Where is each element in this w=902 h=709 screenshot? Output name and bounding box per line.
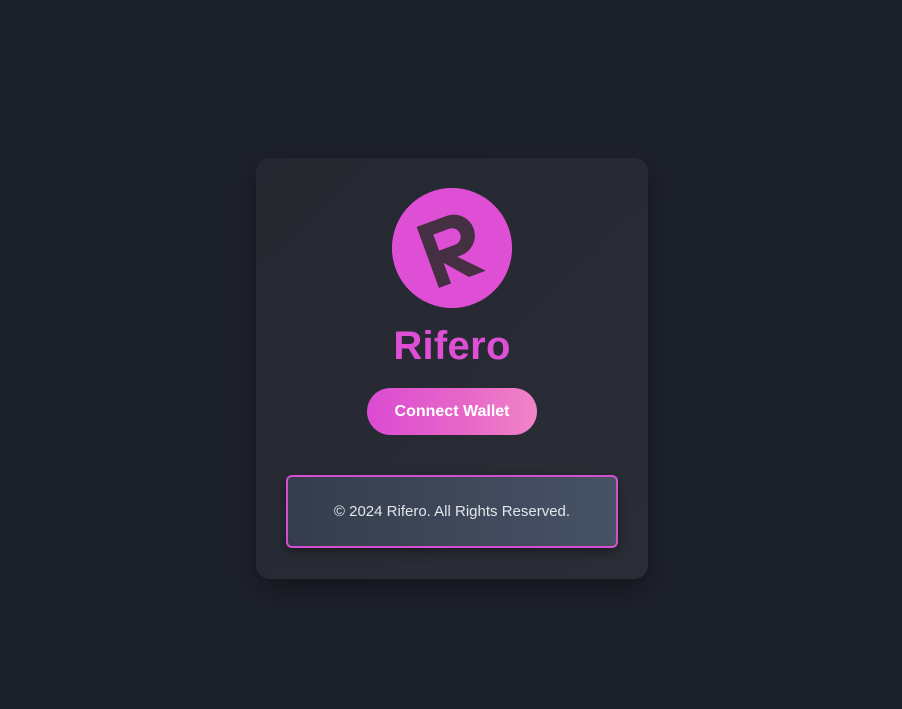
login-card: Rifero Connect Wallet © 2024 Rifero. All… (256, 158, 648, 579)
brand-title: Rifero (393, 324, 511, 368)
rifero-logo-icon (392, 188, 512, 308)
connect-wallet-button[interactable]: Connect Wallet (367, 388, 537, 435)
copyright-text: © 2024 Rifero. All Rights Reserved. (333, 502, 571, 520)
footer-box: © 2024 Rifero. All Rights Reserved. (286, 475, 618, 548)
